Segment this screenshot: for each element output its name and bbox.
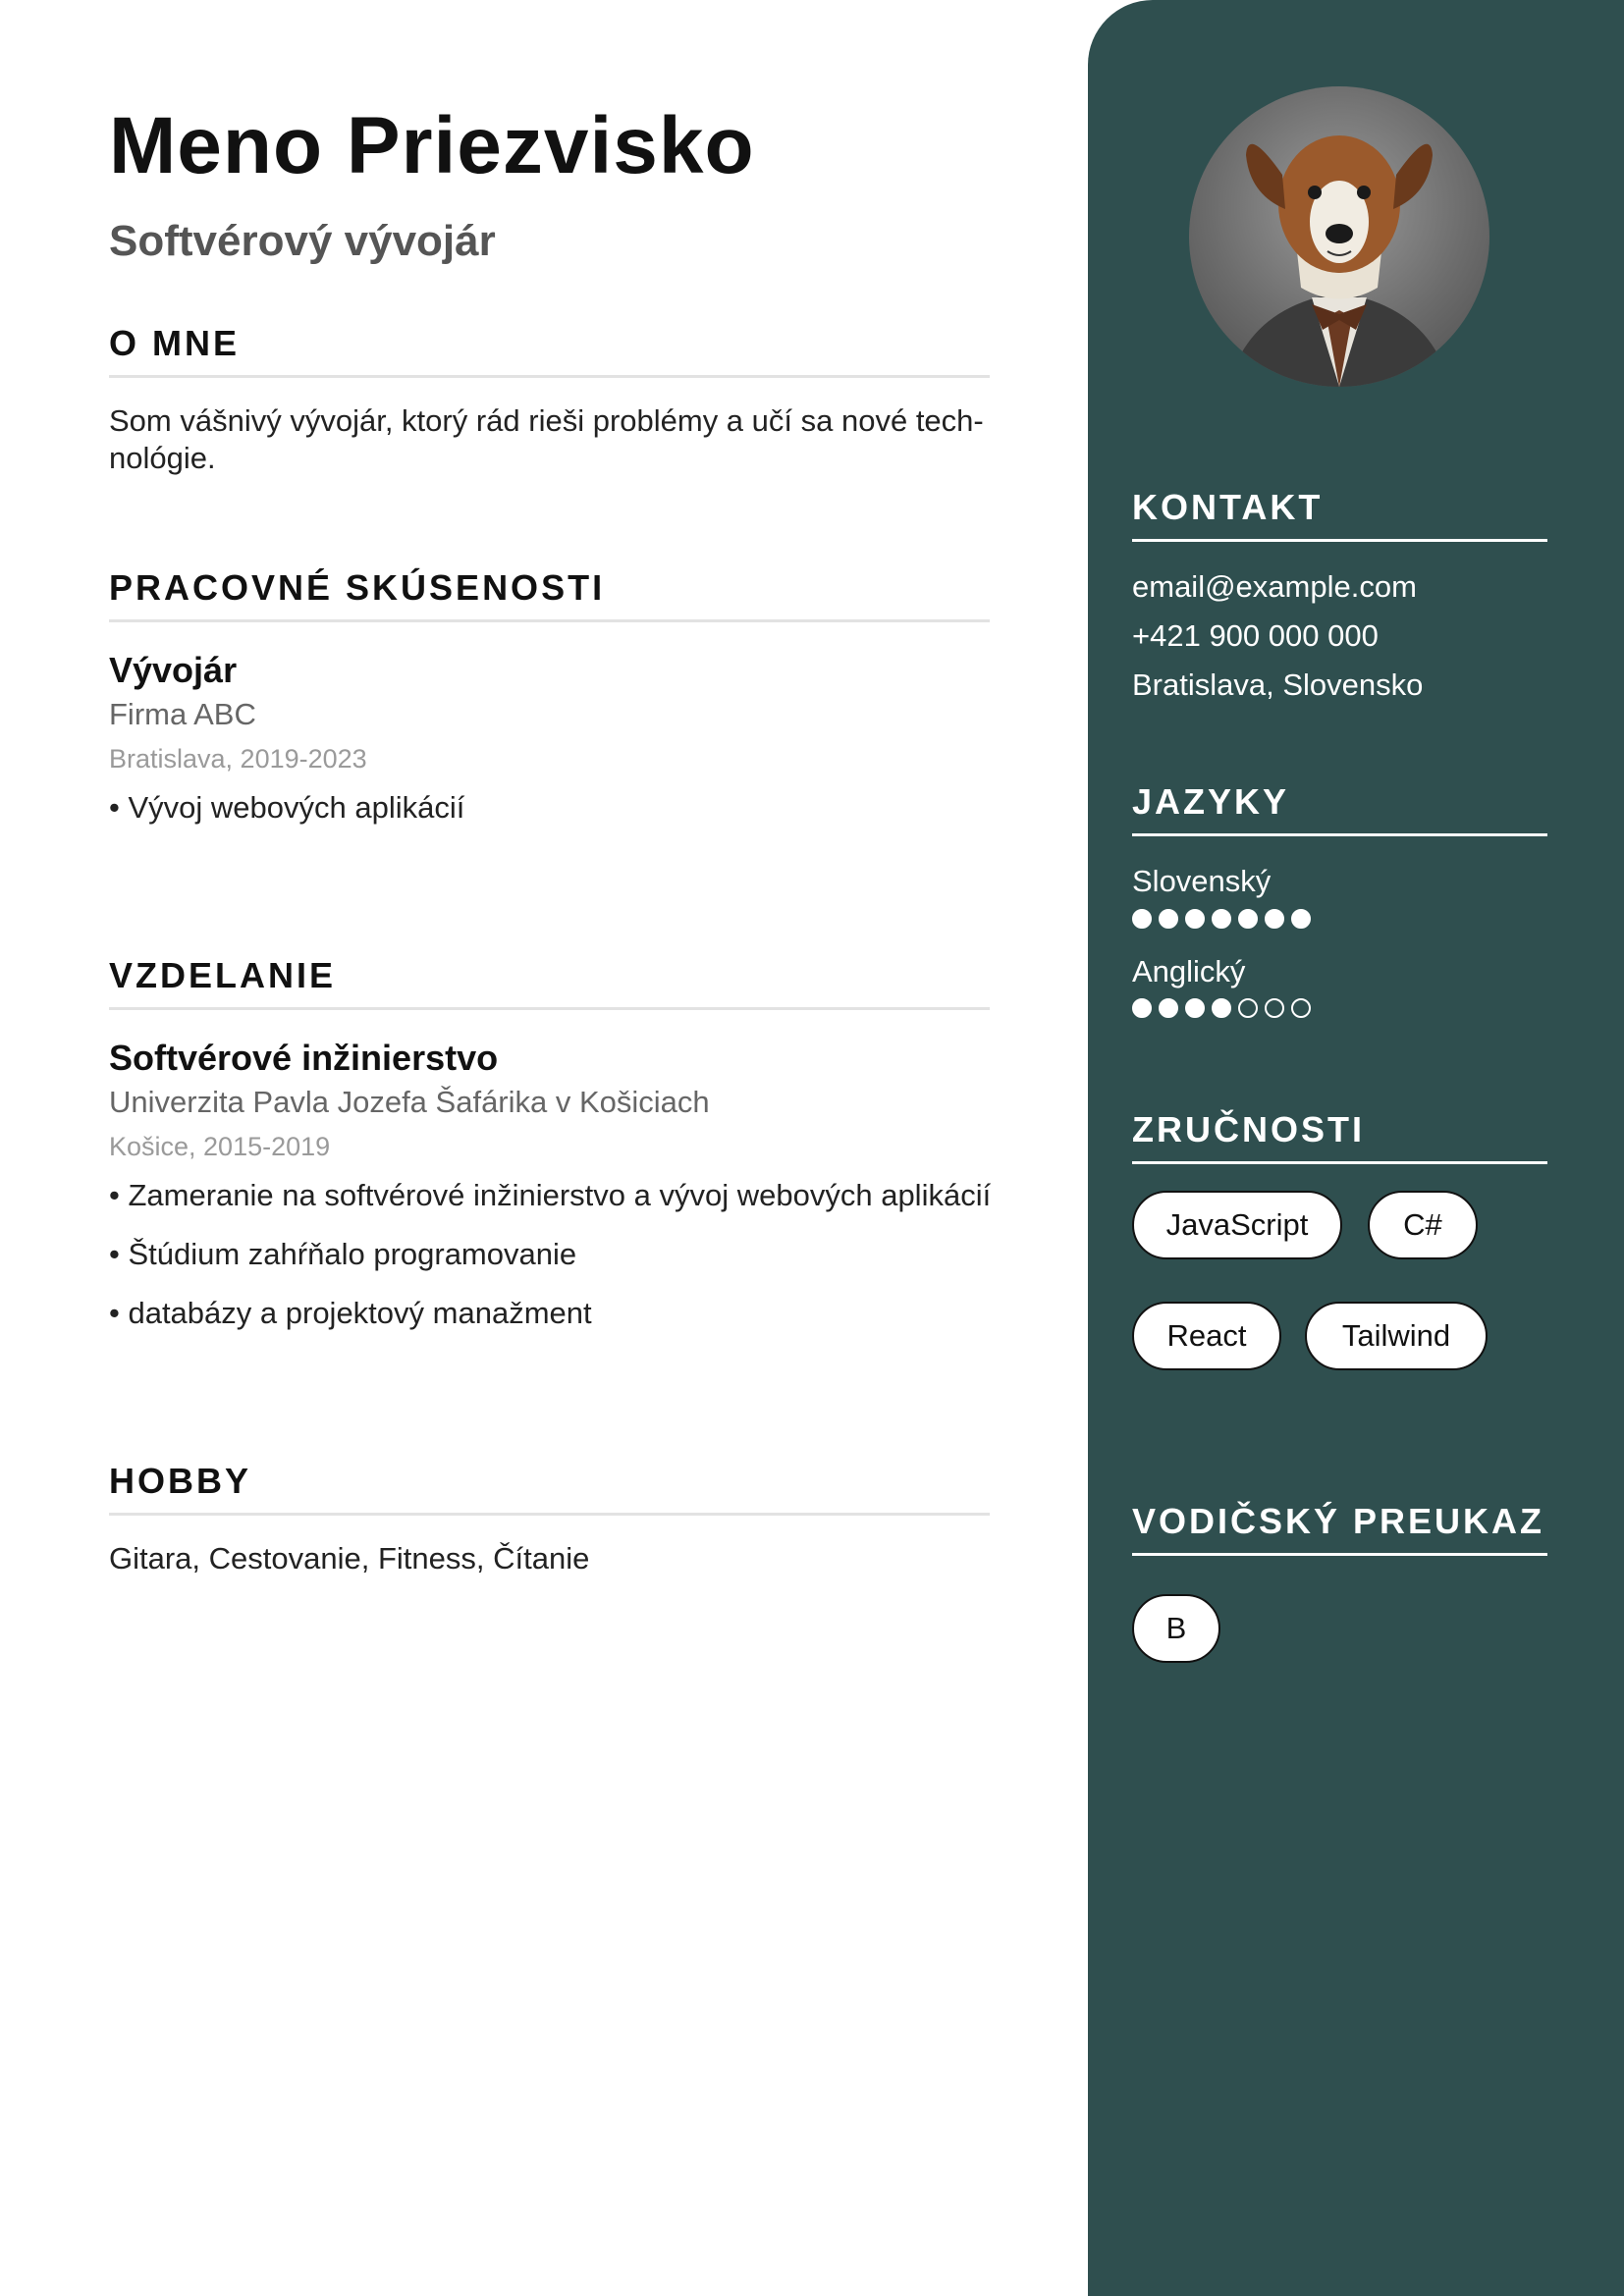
education-bullet: • databázy a projektový manažment — [109, 1296, 592, 1330]
language-level — [1132, 909, 1311, 929]
contact-location: Bratislava, Slovensko — [1132, 667, 1424, 702]
education-school: Univerzita Pavla Jozefa Šafárika v Košic… — [109, 1085, 710, 1119]
level-dot-filled — [1238, 909, 1258, 929]
section-title-hobby: HOBBY — [109, 1464, 990, 1516]
skill-chip: JavaScript — [1132, 1191, 1342, 1259]
section-title-skills: ZRUČNOSTI — [1132, 1112, 1547, 1164]
section-title-license: VODIČSKÝ PREUKAZ — [1132, 1504, 1547, 1556]
section-title-about: O MNE — [109, 326, 990, 378]
education-meta: Košice, 2015-2019 — [109, 1132, 331, 1161]
job-role: Softvérový vývojár — [109, 217, 496, 265]
language-name: Slovenský — [1132, 864, 1272, 898]
level-dot-filled — [1159, 998, 1178, 1018]
cv-page: Meno Priezvisko Softvérový vývojár O MNE… — [0, 0, 1624, 2296]
level-dot-filled — [1132, 909, 1152, 929]
language-level — [1132, 998, 1311, 1018]
sidebar: KONTAKT email@example.com +421 900 000 0… — [1088, 0, 1624, 2296]
level-dot-filled — [1185, 909, 1205, 929]
experience-company: Firma ABC — [109, 697, 256, 731]
level-dot-filled — [1212, 998, 1231, 1018]
experience-position: Vývojár — [109, 650, 238, 690]
education-bullet: • Zameranie na softvérové inžinierstvo a… — [109, 1178, 992, 1212]
level-dot-empty — [1265, 998, 1284, 1018]
education-bullet: • Štúdium zahŕňalo programovanie — [109, 1237, 577, 1271]
section-title-experience: PRACOVNÉ SKÚSENOSTI — [109, 570, 990, 622]
hobby-text: Gitara, Cestovanie, Fitness, Čítanie — [109, 1541, 590, 1575]
education-degree: Softvérové inžinierstvo — [109, 1038, 499, 1078]
level-dot-filled — [1265, 909, 1284, 929]
skill-chip: C# — [1368, 1191, 1478, 1259]
dog-portrait-icon — [1228, 135, 1450, 387]
experience-meta: Bratislava, 2019-2023 — [109, 744, 367, 774]
license-chip: B — [1132, 1594, 1220, 1663]
level-dot-filled — [1185, 998, 1205, 1018]
contact-phone[interactable]: +421 900 000 000 — [1132, 620, 1379, 651]
skill-chip: Tailwind — [1305, 1302, 1488, 1370]
profile-photo — [1189, 86, 1489, 387]
level-dot-filled — [1212, 909, 1231, 929]
about-text: Som vášnivý vývojár, ktorý rád rieši pro… — [109, 403, 984, 475]
contact-email[interactable]: email@example.com — [1132, 571, 1417, 602]
level-dot-filled — [1291, 909, 1311, 929]
level-dot-empty — [1238, 998, 1258, 1018]
language-name: Anglický — [1132, 954, 1246, 988]
level-dot-filled — [1159, 909, 1178, 929]
skill-chip: React — [1132, 1302, 1281, 1370]
section-title-contact: KONTAKT — [1132, 490, 1547, 542]
section-title-languages: JAZYKY — [1132, 784, 1547, 836]
experience-bullet: • Vývoj webových aplikácií — [109, 790, 465, 825]
section-title-education: VZDELANIE — [109, 958, 990, 1010]
level-dot-empty — [1291, 998, 1311, 1018]
level-dot-filled — [1132, 998, 1152, 1018]
full-name: Meno Priezvisko — [109, 101, 755, 190]
